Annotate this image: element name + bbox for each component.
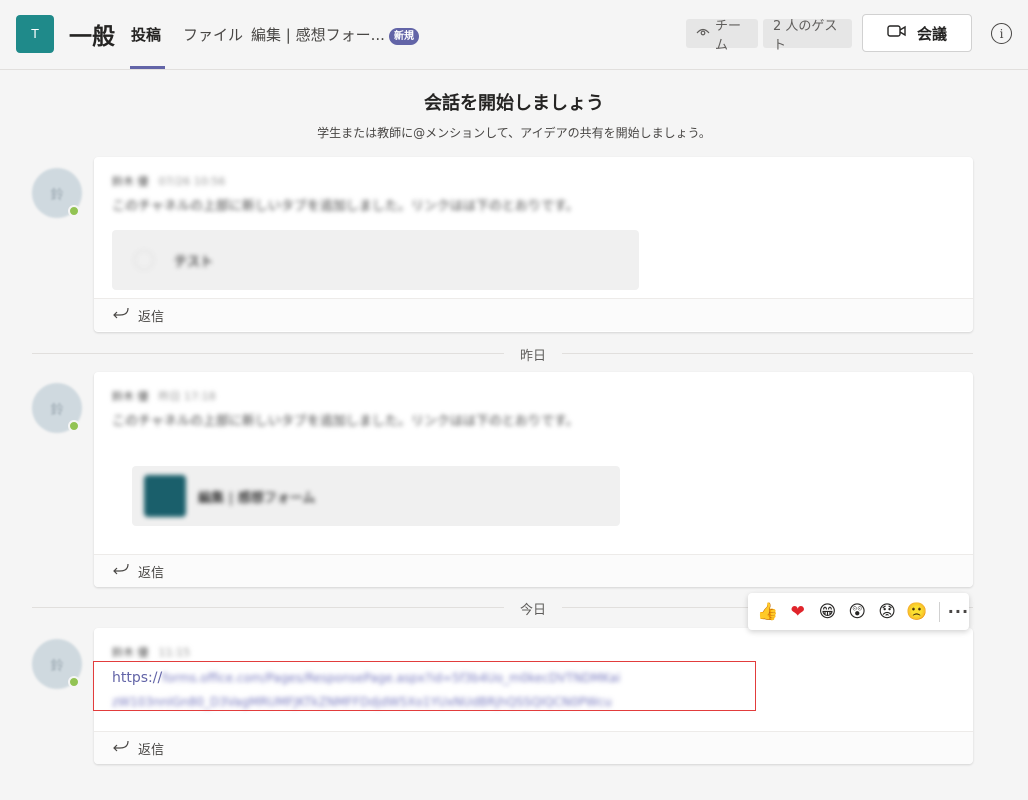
message-meta: 鈴木 優 11:15 xyxy=(112,644,190,660)
tab-files[interactable]: ファイル xyxy=(183,24,243,45)
date-divider-yesterday: 昨日 xyxy=(504,345,562,364)
presence-available-icon xyxy=(68,205,80,217)
message-text: このチャネルの上部に新しいタブを追加しました。リンクはは下のとおりです。 xyxy=(112,414,579,429)
tab-posts[interactable]: 投稿 xyxy=(131,24,161,45)
team-label: チーム xyxy=(715,18,742,53)
message-time: 11:15 xyxy=(158,646,191,659)
reply-arrow-icon xyxy=(112,307,130,323)
surprised-reaction-icon[interactable]: 😲 xyxy=(843,598,871,626)
reply-label: 返信 xyxy=(138,742,165,758)
reply-button[interactable]: 返信 xyxy=(94,298,973,331)
reply-arrow-icon xyxy=(112,563,130,579)
tab-edit-form[interactable]: 編集 | 感想フォー... xyxy=(251,24,385,45)
reply-arrow-icon xyxy=(112,740,130,756)
presence-available-icon xyxy=(68,420,80,432)
eye-icon xyxy=(696,26,710,41)
meet-button[interactable]: 会議 xyxy=(862,14,972,52)
reply-button[interactable]: 返信 xyxy=(94,554,973,587)
message-card: 鈴木 優 07/26 10:56 このチャネルの上部に新しいタブを追加しました。リ… xyxy=(94,157,973,332)
forms-tab-card[interactable]: 編集 | 感想フォーム xyxy=(132,466,620,526)
message-text: このチャネルの上部に新しいタブを追加しました。リンクはは下のとおりです。 xyxy=(112,199,579,214)
guests-button[interactable]: 2 人のゲスト xyxy=(763,19,852,53)
intro-subtitle: 学生または教師に@メンションして、アイデアの共有を開始しましょう。 xyxy=(317,126,711,140)
author-name: 鈴木 優 xyxy=(112,646,149,659)
tab-card-label: テスト xyxy=(174,254,214,270)
date-divider-today: 今日 xyxy=(504,599,562,618)
message-time: 昨日 17:18 xyxy=(158,390,216,403)
message-card: 鈴木 優昨日 17:18 このチャネルの上部に新しいタブを追加しました。リンクは… xyxy=(94,372,973,587)
author-name: 鈴木 優 xyxy=(112,175,149,188)
laugh-reaction-icon[interactable]: 😁 xyxy=(814,598,842,626)
angry-reaction-icon[interactable]: 🙁 xyxy=(903,598,931,626)
author-name: 鈴木 優 xyxy=(112,390,149,403)
reaction-separator xyxy=(938,601,940,622)
forms-tab-label: 編集 | 感想フォーム xyxy=(198,490,316,506)
reply-label: 返信 xyxy=(138,565,165,581)
guests-label: 2 人のゲスト xyxy=(773,18,838,53)
message-meta: 鈴木 優 07/26 10:56 xyxy=(112,173,225,189)
date-divider-line xyxy=(32,353,973,354)
channel-header: T 一般 投稿 ファイル 編集 | 感想フォー... 新規 チーム 2 人のゲス… xyxy=(0,0,1028,70)
reply-button[interactable]: 返信 xyxy=(94,731,973,764)
reply-label: 返信 xyxy=(138,309,165,325)
tab-card[interactable]: テスト xyxy=(112,230,639,290)
channel-name: 一般 xyxy=(69,24,115,50)
active-tab-indicator xyxy=(130,66,165,69)
meet-label: 会議 xyxy=(916,24,947,43)
heart-reaction-icon[interactable]: ❤ xyxy=(784,598,812,626)
intro-title: 会話を開始しましょう xyxy=(424,93,604,114)
reaction-bar: 👍 ❤ 😁 😲 😟 🙁 ··· xyxy=(748,593,969,630)
team-button[interactable]: チーム xyxy=(686,19,758,53)
team-avatar[interactable]: T xyxy=(16,15,54,53)
more-options-icon[interactable]: ··· xyxy=(948,602,969,621)
like-reaction-icon[interactable]: 👍 xyxy=(754,598,782,626)
info-icon[interactable]: i xyxy=(991,23,1012,44)
new-badge: 新規 xyxy=(389,28,419,45)
message-meta: 鈴木 優昨日 17:18 xyxy=(112,388,216,404)
link-highlight-box xyxy=(93,661,756,711)
video-camera-icon xyxy=(887,24,907,42)
tab-card-icon xyxy=(134,250,154,270)
forms-app-icon xyxy=(144,475,186,517)
message-time: 07/26 10:56 xyxy=(158,175,226,188)
sad-reaction-icon[interactable]: 😟 xyxy=(873,598,901,626)
presence-available-icon xyxy=(68,676,80,688)
